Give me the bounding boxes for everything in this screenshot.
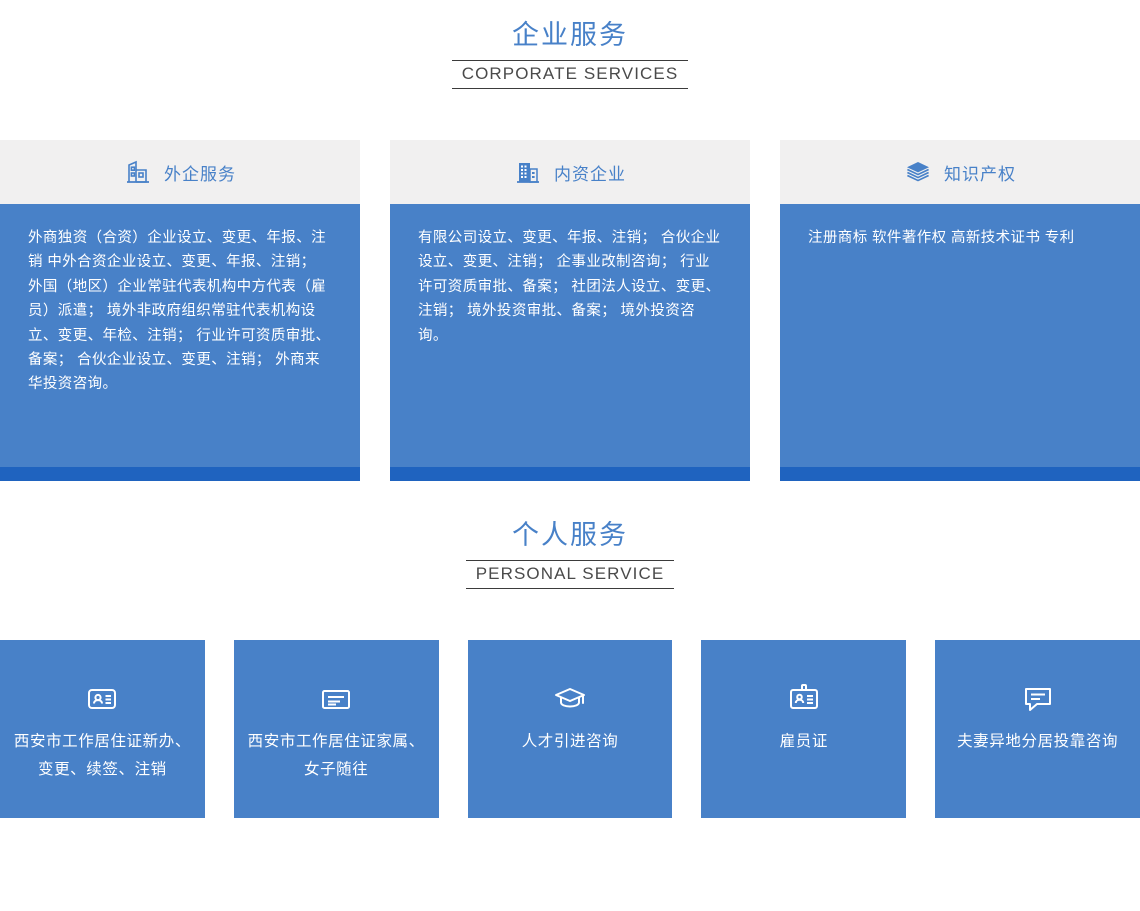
graduation-cap-icon [553,682,587,716]
id-card-person-icon [85,682,119,716]
card-footer-bar-foreign [0,467,360,481]
office-building-icon [124,158,152,186]
card-footer-bar-domestic [390,467,750,481]
personal-heading-en-rule: PERSONAL SERVICE [465,560,675,589]
card-title-domestic: 内资企业 [554,164,626,184]
corporate-heading-en-rule: CORPORATE SERVICES [451,60,689,89]
personal-tiles-row: 西安市工作居住证新办、变更、续签、注销 西安市工作居住证家属、女子随往 人才引进… [0,640,1140,818]
personal-tile-label: 西安市工作居住证新办、变更、续签、注销 [13,733,191,778]
corporate-card-ip[interactable]: 知识产权 注册商标 软件著作权 高新技术证书 专利 [780,140,1140,481]
personal-tile-residence-permit[interactable]: 西安市工作居住证新办、变更、续签、注销 [0,640,205,818]
corporate-heading-cn: 企业服务 [512,20,628,50]
card-header-domestic: 内资企业 [390,140,750,204]
card-body-ip: 注册商标 软件著作权 高新技术证书 专利 [780,204,1140,467]
city-building-icon [514,158,542,186]
corporate-card-domestic[interactable]: 内资企业 有限公司设立、变更、年报、注销； 合伙企业设立、变更、注销； 企事业改… [390,140,750,481]
personal-tile-label: 西安市工作居住证家属、女子随往 [247,733,425,778]
card-body-domestic: 有限公司设立、变更、年报、注销； 合伙企业设立、变更、注销； 企事业改制咨询； … [390,204,750,467]
badge-id-icon [787,682,821,716]
personal-heading-cn: 个人服务 [512,520,628,550]
document-lines-icon [319,682,353,716]
personal-tile-label: 雇员证 [779,733,828,750]
card-footer-bar-ip [780,467,1140,481]
personal-tile-employee-card[interactable]: 雇员证 [701,640,907,818]
personal-tile-spouse-relocation[interactable]: 夫妻异地分居投靠咨询 [935,640,1140,818]
chat-bubble-icon [1021,682,1055,716]
card-header-ip: 知识产权 [780,140,1140,204]
personal-service-heading: 个人服务 PERSONAL SERVICE [0,518,1140,589]
card-title-ip: 知识产权 [944,164,1016,184]
corporate-services-heading: 企业服务 CORPORATE SERVICES [0,0,1140,89]
corporate-cards-row: 外企服务 外商独资（合资）企业设立、变更、年报、注销 中外合资企业设立、变更、年… [0,140,1140,481]
card-text-ip: 注册商标 软件著作权 高新技术证书 专利 [808,230,1075,246]
personal-tile-label: 人才引进咨询 [521,733,619,750]
card-text-foreign: 外商独资（合资）企业设立、变更、年报、注销 中外合资企业设立、变更、年报、注销；… [28,230,331,393]
personal-heading-en: PERSONAL SERVICE [475,564,665,583]
card-text-domestic: 有限公司设立、变更、年报、注销； 合伙企业设立、变更、注销； 企事业改制咨询； … [418,230,721,344]
corporate-card-foreign[interactable]: 外企服务 外商独资（合资）企业设立、变更、年报、注销 中外合资企业设立、变更、年… [0,140,360,481]
corporate-heading-en: CORPORATE SERVICES [461,64,679,83]
card-title-foreign: 外企服务 [164,164,236,184]
personal-tile-talent-intro[interactable]: 人才引进咨询 [467,640,673,818]
card-header-foreign: 外企服务 [0,140,360,204]
card-body-foreign: 外商独资（合资）企业设立、变更、年报、注销 中外合资企业设立、变更、年报、注销；… [0,204,360,467]
personal-tile-label: 夫妻异地分居投靠咨询 [957,733,1119,750]
layers-stack-icon [904,158,932,186]
personal-tile-family-residence[interactable]: 西安市工作居住证家属、女子随往 [233,640,439,818]
